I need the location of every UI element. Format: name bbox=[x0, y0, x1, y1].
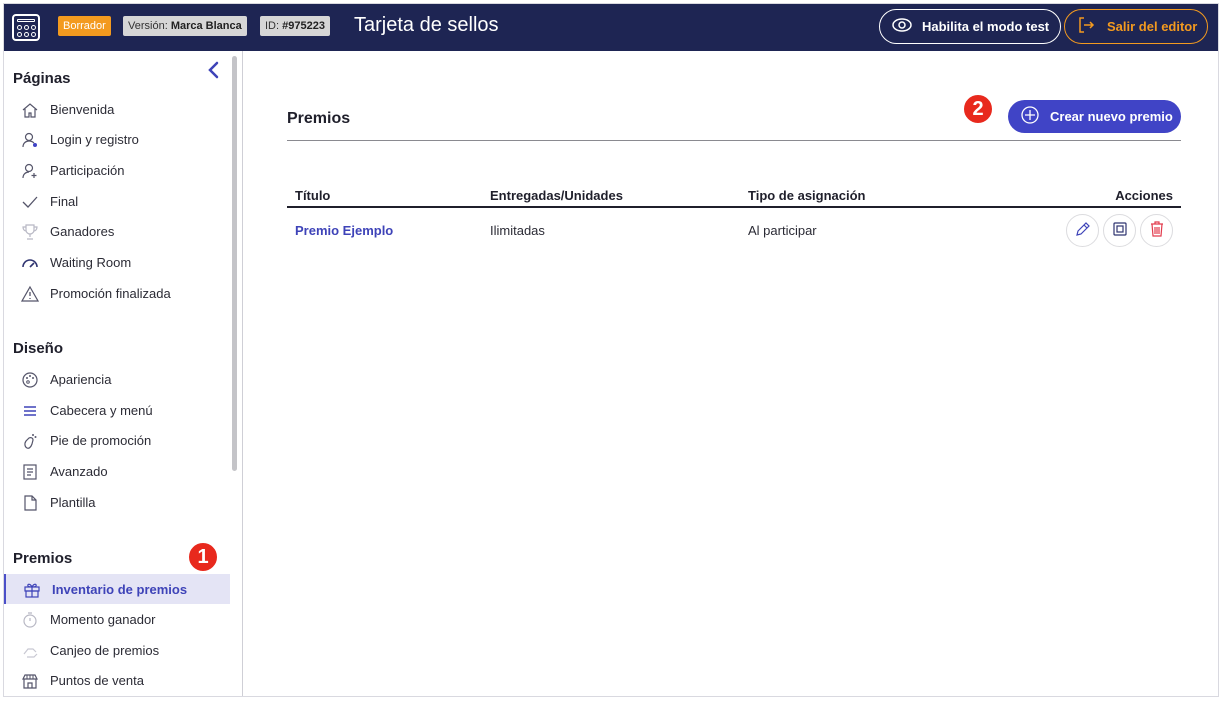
sidebar-item-label: Avanzado bbox=[50, 463, 108, 479]
sidebar-item-canjeo[interactable]: Canjeo de premios bbox=[4, 635, 230, 665]
column-header-assignment[interactable]: Tipo de asignación bbox=[748, 188, 866, 203]
trash-icon bbox=[1148, 220, 1166, 241]
section-title-prizes: Premios bbox=[13, 550, 73, 567]
palette-icon bbox=[20, 370, 40, 390]
duplicate-button[interactable] bbox=[1103, 214, 1136, 247]
column-header-title[interactable]: Título bbox=[295, 188, 330, 203]
sidebar-item-bienvenida[interactable]: Bienvenida bbox=[4, 94, 230, 124]
id-value: #975223 bbox=[282, 20, 325, 32]
sidebar-item-login[interactable]: Login y registro bbox=[4, 124, 230, 154]
sidebar-item-label: Bienvenida bbox=[50, 101, 115, 117]
sidebar-item-avanzado[interactable]: Avanzado bbox=[4, 456, 230, 486]
sidebar-item-promocion-finalizada[interactable]: Promoción finalizada bbox=[4, 278, 230, 308]
prize-title-link[interactable]: Premio Ejemplo bbox=[295, 223, 393, 238]
footprint-icon bbox=[20, 431, 40, 451]
menu-icon bbox=[20, 401, 40, 421]
sidebar: Páginas Bienvenida Login y registro Part… bbox=[4, 51, 243, 696]
page-title: Tarjeta de sellos bbox=[354, 14, 499, 36]
top-bar: Borrador Versión: Marca Blanca ID: #9752… bbox=[4, 4, 1218, 51]
app-logo-icon[interactable] bbox=[12, 14, 40, 41]
version-label: Versión: bbox=[128, 20, 168, 32]
exit-editor-button[interactable]: Salir del editor bbox=[1064, 9, 1208, 44]
create-prize-button[interactable]: Crear nuevo premio bbox=[1008, 100, 1181, 133]
table-header: Título Entregadas/Unidades Tipo de asign… bbox=[287, 181, 1181, 208]
sidebar-item-momento-ganador[interactable]: Momento ganador bbox=[4, 604, 230, 634]
user-icon bbox=[20, 130, 40, 150]
id-label: ID: bbox=[265, 20, 280, 32]
test-mode-label: Habilita el modo test bbox=[922, 19, 1050, 34]
section-title-pages: Páginas bbox=[13, 70, 71, 87]
copy-icon bbox=[1111, 220, 1129, 241]
edit-button[interactable] bbox=[1066, 214, 1099, 247]
sidebar-item-plantilla[interactable]: Plantilla bbox=[4, 487, 230, 517]
sidebar-item-waiting-room[interactable]: Waiting Room bbox=[4, 247, 230, 277]
version-value: Marca Blanca bbox=[170, 20, 242, 32]
store-icon bbox=[20, 671, 40, 691]
main-content: Premios 2 Crear nuevo premio Título Entr… bbox=[244, 51, 1218, 696]
sidebar-item-label: Canjeo de premios bbox=[50, 642, 160, 658]
sidebar-item-label: Apariencia bbox=[50, 371, 112, 387]
create-prize-label: Crear nuevo premio bbox=[1050, 109, 1173, 124]
sidebar-item-final[interactable]: Final bbox=[4, 186, 230, 216]
gift-icon bbox=[22, 580, 42, 600]
sidebar-scrollbar[interactable] bbox=[232, 56, 237, 471]
sidebar-item-apariencia[interactable]: Apariencia bbox=[4, 364, 230, 394]
sidebar-item-label: Puntos de venta bbox=[50, 672, 144, 688]
sidebar-item-pie[interactable]: Pie de promoción bbox=[4, 425, 230, 455]
sidebar-item-label: Pie de promoción bbox=[50, 432, 152, 448]
sidebar-item-label: Final bbox=[50, 193, 79, 209]
sidebar-item-cabecera[interactable]: Cabecera y menú bbox=[4, 395, 230, 425]
sidebar-item-participacion[interactable]: Participación bbox=[4, 155, 230, 185]
prize-units: Ilimitadas bbox=[490, 223, 545, 238]
trophy-icon bbox=[20, 222, 40, 242]
status-badge: Borrador bbox=[58, 16, 111, 36]
sidebar-item-inventario[interactable]: Inventario de premios bbox=[4, 574, 230, 604]
collapse-sidebar-icon[interactable] bbox=[207, 61, 221, 79]
sidebar-item-label: Waiting Room bbox=[50, 254, 132, 270]
pencil-icon bbox=[1074, 220, 1092, 241]
sidebar-item-label: Plantilla bbox=[50, 494, 96, 510]
prizes-table: Título Entregadas/Unidades Tipo de asign… bbox=[287, 181, 1181, 252]
prize-assignment: Al participar bbox=[748, 223, 817, 238]
add-circle-icon bbox=[1020, 105, 1040, 128]
document-icon bbox=[20, 462, 40, 482]
step-marker-2: 2 bbox=[962, 93, 994, 125]
sidebar-item-ganadores[interactable]: Ganadores bbox=[4, 216, 230, 246]
table-row: Premio Ejemplo Ilimitadas Al participar bbox=[287, 208, 1181, 252]
hand-icon bbox=[20, 641, 40, 661]
delete-button[interactable] bbox=[1140, 214, 1173, 247]
sidebar-item-label: Promoción finalizada bbox=[50, 285, 171, 301]
page-icon bbox=[20, 493, 40, 513]
exit-icon bbox=[1077, 16, 1095, 37]
section-title-design: Diseño bbox=[13, 340, 64, 357]
user-add-icon bbox=[20, 161, 40, 181]
section-heading: Premios bbox=[287, 110, 351, 127]
column-header-units[interactable]: Entregadas/Unidades bbox=[490, 188, 623, 203]
check-icon bbox=[20, 192, 40, 212]
column-header-actions: Acciones bbox=[1115, 188, 1173, 203]
sidebar-item-label: Cabecera y menú bbox=[50, 402, 153, 418]
app-window: Borrador Versión: Marca Blanca ID: #9752… bbox=[3, 3, 1219, 697]
step-marker-1: 1 bbox=[187, 541, 219, 573]
gauge-icon bbox=[20, 253, 40, 273]
id-badge: ID: #975223 bbox=[260, 16, 330, 36]
home-icon bbox=[20, 100, 40, 120]
sidebar-item-label: Momento ganador bbox=[50, 611, 156, 627]
heading-divider bbox=[287, 140, 1181, 141]
eye-icon bbox=[892, 18, 912, 35]
exit-editor-label: Salir del editor bbox=[1107, 19, 1198, 34]
warning-icon bbox=[20, 284, 40, 304]
sidebar-item-label: Inventario de premios bbox=[52, 581, 188, 597]
sidebar-item-puntos-venta[interactable]: Puntos de venta bbox=[4, 665, 230, 695]
sidebar-item-label: Ganadores bbox=[50, 223, 115, 239]
test-mode-button[interactable]: Habilita el modo test bbox=[879, 9, 1061, 44]
version-badge: Versión: Marca Blanca bbox=[123, 16, 247, 36]
stopwatch-icon bbox=[20, 610, 40, 630]
sidebar-item-label: Participación bbox=[50, 162, 125, 178]
sidebar-item-label: Login y registro bbox=[50, 131, 139, 147]
